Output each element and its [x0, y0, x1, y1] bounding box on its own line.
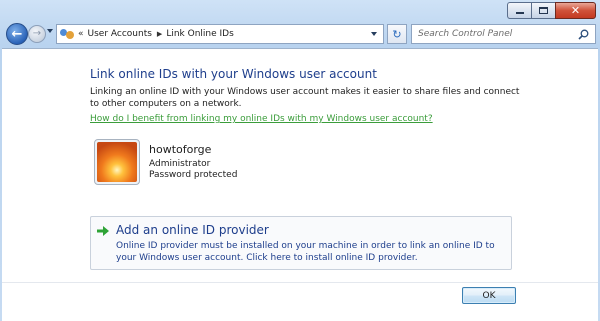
breadcrumb-user-accounts[interactable]: User Accounts [88, 29, 152, 39]
maximize-button[interactable] [531, 2, 555, 19]
breadcrumb-link-online-ids[interactable]: Link Online IDs [166, 29, 233, 39]
forward-button[interactable]: → [28, 25, 46, 43]
ok-button[interactable]: OK [462, 287, 516, 304]
flower-picture-icon [97, 142, 137, 182]
caption-buttons: ✕ [507, 2, 596, 19]
overflow-chevron-icon[interactable]: « [78, 29, 84, 39]
minimize-button[interactable] [507, 2, 531, 19]
page-description: Linking an online ID with your Windows u… [90, 87, 520, 109]
page-title: Link online IDs with your Windows user a… [90, 67, 377, 81]
address-dropdown-icon[interactable] [371, 32, 377, 36]
address-bar[interactable]: « User Accounts ▶ Link Online IDs [56, 24, 384, 44]
recent-pages-dropdown[interactable] [47, 29, 53, 33]
user-role: Administrator [149, 159, 211, 169]
refresh-button[interactable]: ↻ [387, 24, 407, 44]
back-arrow-icon: ← [11, 26, 23, 42]
search-box[interactable] [411, 24, 596, 44]
user-accounts-icon [60, 28, 74, 40]
breadcrumb-separator-icon[interactable]: ▶ [157, 30, 162, 38]
green-arrow-icon [97, 226, 109, 236]
provider-title: Add an online ID provider [116, 223, 269, 237]
maximize-icon [539, 7, 548, 14]
content-pane: Link online IDs with your Windows user a… [2, 48, 598, 321]
close-icon: ✕ [570, 4, 581, 17]
user-name: howtoforge [149, 143, 212, 156]
provider-description: Online ID provider must be installed on … [116, 241, 495, 263]
help-link[interactable]: How do I benefit from linking my online … [90, 114, 433, 124]
divider [2, 282, 598, 283]
close-button[interactable]: ✕ [555, 2, 596, 19]
back-button[interactable]: ← [6, 23, 28, 45]
window-frame: ✕ ← → « User Accounts ▶ Link Online IDs … [0, 0, 600, 321]
refresh-icon: ↻ [392, 27, 402, 41]
user-password-status: Password protected [149, 170, 238, 180]
search-input[interactable] [418, 29, 568, 39]
minimize-icon [515, 12, 524, 14]
navigation-bar: ← → « User Accounts ▶ Link Online IDs ↻ [0, 21, 600, 47]
add-online-id-provider-option[interactable]: Add an online ID provider Online ID prov… [90, 216, 512, 270]
forward-arrow-icon: → [32, 28, 42, 39]
user-avatar [94, 139, 140, 185]
search-icon[interactable] [578, 29, 589, 40]
